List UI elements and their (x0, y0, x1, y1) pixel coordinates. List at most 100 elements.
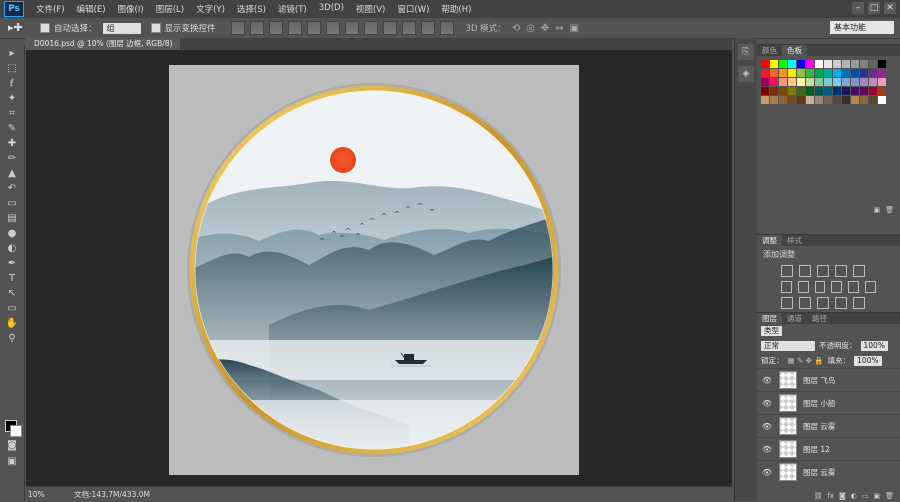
properties-icon[interactable]: ◈ (738, 66, 754, 82)
blend-mode-select[interactable]: 正常 (761, 340, 815, 351)
channel-mixer-icon[interactable] (848, 281, 860, 293)
align-vcenter-icon[interactable] (249, 21, 264, 35)
color-swatch[interactable] (815, 69, 823, 77)
pen-tool[interactable]: ✒ (4, 257, 20, 271)
selective-color-icon[interactable] (853, 297, 865, 309)
visibility-eye-icon[interactable]: 👁 (761, 422, 773, 431)
tab-styles[interactable]: 样式 (782, 235, 807, 246)
color-swatch[interactable] (806, 69, 814, 77)
trash-icon[interactable]: 🗑 (885, 206, 894, 216)
color-swatch[interactable] (788, 60, 796, 68)
color-swatch[interactable] (806, 78, 814, 86)
color-swatch[interactable] (770, 60, 778, 68)
color-swatch[interactable] (779, 87, 787, 95)
quick-mask-icon[interactable]: ◙ (4, 439, 20, 453)
fill-input[interactable]: 100% (854, 355, 882, 366)
screen-mode-icon[interactable]: ▣ (4, 455, 20, 469)
color-swatch[interactable] (842, 87, 850, 95)
levels-icon[interactable] (799, 265, 811, 277)
color-swatch[interactable] (860, 69, 868, 77)
distribute-left-icon[interactable] (401, 21, 416, 35)
color-swatch[interactable] (842, 78, 850, 86)
3d-rotate-icon[interactable]: ⟲ (512, 23, 520, 34)
marquee-tool[interactable]: ⬚ (4, 62, 20, 76)
brush-tool[interactable]: ✏ (4, 152, 20, 166)
show-transform-checkbox[interactable] (150, 23, 161, 33)
color-swatch[interactable] (842, 60, 850, 68)
canvas-area[interactable] (26, 50, 732, 486)
color-swatch[interactable] (779, 96, 787, 104)
menu-item[interactable]: 图像(I) (112, 3, 150, 15)
visibility-eye-icon[interactable]: 👁 (761, 399, 773, 408)
color-swatch[interactable] (815, 96, 823, 104)
color-swatch[interactable] (815, 78, 823, 86)
visibility-eye-icon[interactable]: 👁 (761, 445, 773, 454)
color-swatch[interactable] (806, 96, 814, 104)
align-bottom-icon[interactable] (268, 21, 283, 35)
healing-tool[interactable]: ✚ (4, 137, 20, 151)
color-swatch[interactable] (788, 78, 796, 86)
color-swatch[interactable] (869, 60, 877, 68)
color-swatch[interactable] (878, 69, 886, 77)
color-swatch[interactable] (824, 69, 832, 77)
tab-paths[interactable]: 路径 (807, 313, 832, 324)
move-tool-icon[interactable]: ▸✚ (8, 21, 30, 35)
color-swatch[interactable] (851, 96, 859, 104)
color-swatch[interactable] (860, 96, 868, 104)
color-swatch[interactable] (878, 96, 886, 104)
layer-filter-select[interactable]: 类型 (761, 326, 782, 336)
move-tool[interactable]: ▸ (4, 47, 20, 61)
color-swatch[interactable] (815, 60, 823, 68)
align-left-icon[interactable] (287, 21, 302, 35)
brightness-icon[interactable] (781, 265, 793, 277)
color-swatch[interactable] (851, 69, 859, 77)
color-swatch[interactable] (797, 69, 805, 77)
color-swatch[interactable] (761, 78, 769, 86)
color-swatch[interactable] (779, 78, 787, 86)
align-top-icon[interactable] (230, 21, 245, 35)
layer-row[interactable]: 👁 图层 12 (757, 437, 900, 460)
color-swatch[interactable] (851, 78, 859, 86)
distribute-right-icon[interactable] (439, 21, 454, 35)
tab-swatches[interactable]: 色板 (782, 45, 807, 56)
lock-icons[interactable]: ▦ ✎ ✥ 🔒 (788, 356, 824, 365)
color-swatch[interactable] (806, 60, 814, 68)
gradient-map-icon[interactable] (835, 297, 847, 309)
color-swatch[interactable] (878, 87, 886, 95)
color-swatch[interactable] (833, 87, 841, 95)
menu-item[interactable]: 帮助(H) (435, 3, 477, 15)
photo-filter-icon[interactable] (831, 281, 843, 293)
color-swatch[interactable] (779, 69, 787, 77)
color-swatch[interactable] (869, 96, 877, 104)
color-swatch[interactable] (842, 96, 850, 104)
tab-layers[interactable]: 图层 (757, 313, 782, 324)
visibility-eye-icon[interactable]: 👁 (761, 468, 773, 477)
lasso-tool[interactable]: ℓ (4, 77, 20, 91)
tab-adjustments[interactable]: 调整 (757, 235, 782, 246)
layer-row[interactable]: 👁 图层 小船 (757, 391, 900, 414)
color-swatch[interactable] (869, 87, 877, 95)
color-swatch[interactable] (797, 96, 805, 104)
new-swatch-icon[interactable]: ▣ (873, 206, 880, 216)
color-swatch[interactable] (824, 78, 832, 86)
posterize-icon[interactable] (799, 297, 811, 309)
color-swatch[interactable] (797, 60, 805, 68)
color-swatch[interactable] (761, 60, 769, 68)
eraser-tool[interactable]: ▭ (4, 197, 20, 211)
tab-color[interactable]: 颜色 (757, 45, 782, 56)
color-balance-icon[interactable] (797, 281, 809, 293)
hue-saturation-icon[interactable] (781, 281, 792, 293)
color-swatch[interactable] (806, 87, 814, 95)
close-button[interactable]: ✕ (884, 2, 896, 14)
invert-icon[interactable] (781, 297, 793, 309)
layer-row[interactable]: 👁 图层 飞鸟 (757, 368, 900, 391)
align-hcenter-icon[interactable] (306, 21, 321, 35)
visibility-eye-icon[interactable]: 👁 (761, 376, 773, 385)
color-swatch[interactable] (851, 87, 859, 95)
color-swatch[interactable] (833, 78, 841, 86)
color-swatch[interactable] (779, 60, 787, 68)
color-swatch[interactable] (761, 69, 769, 77)
menu-item[interactable]: 滤镜(T) (272, 3, 313, 15)
shape-tool[interactable]: ▭ (4, 302, 20, 316)
vibrance-icon[interactable] (853, 265, 865, 277)
